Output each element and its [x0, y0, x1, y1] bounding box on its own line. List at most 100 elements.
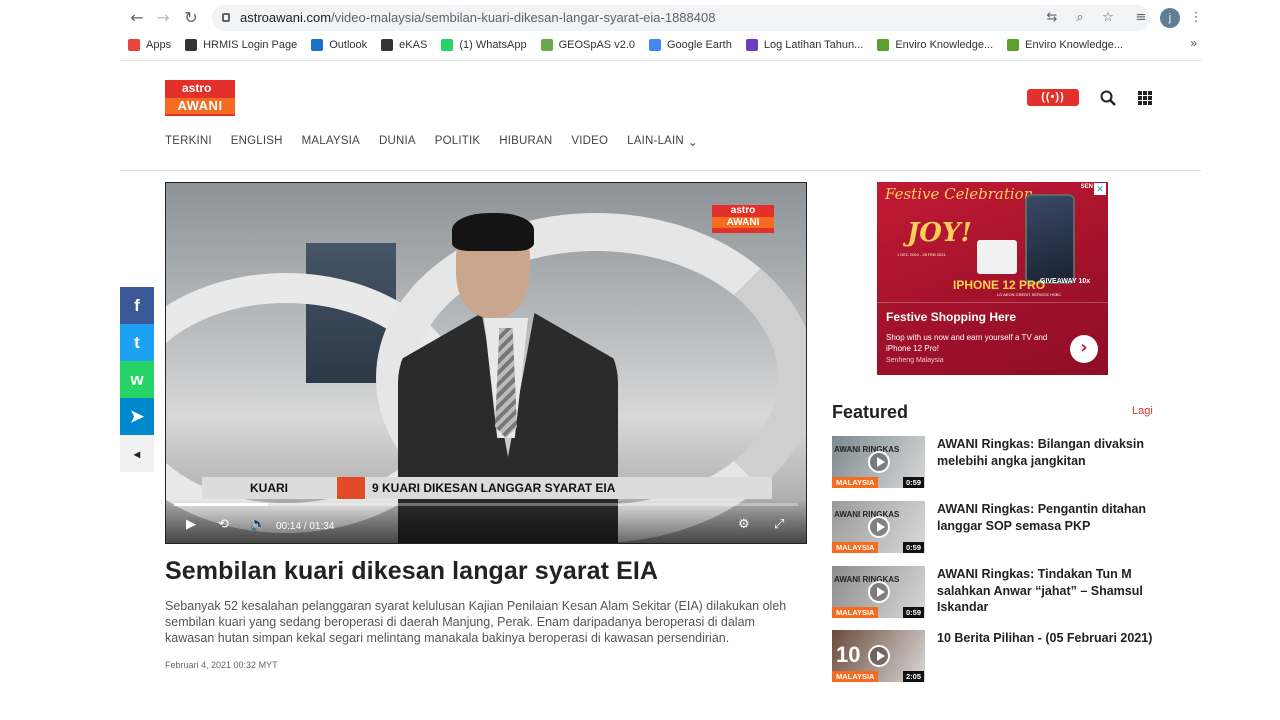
bookmark-item[interactable]: HRMIS Login Page [185, 36, 297, 54]
nav-item-politik[interactable]: POLITIK [435, 135, 481, 149]
astro-awani-logo[interactable]: astro AWANI [165, 80, 235, 116]
featured-more-link[interactable]: Lagi [1132, 405, 1153, 417]
bookmark-favicon-icon [540, 39, 553, 51]
video-player[interactable]: astro AWANI KUARI 9 KUARI DIKESAN LANGGA… [165, 182, 807, 544]
advertisement-banner[interactable]: Festive Celebration JOY! 1 DEC 2020 - 28… [877, 182, 1108, 375]
nav-item-video[interactable]: VIDEO [571, 135, 608, 149]
bookmark-item[interactable]: Outlook [311, 36, 367, 54]
featured-item[interactable]: AWANI RINGKAS MALAYSIA 0:59 AWANI Ringkas: … [832, 566, 1162, 621]
nav-item-malaysia[interactable]: MALAYSIA [302, 135, 360, 149]
bookmark-label: Outlook [329, 39, 368, 51]
featured-title[interactable]: AWANI Ringkas: Pengantin ditahan langgar… [937, 501, 1162, 534]
url-text[interactable]: astroawani.com/video-malaysia/sembilan-k… [240, 10, 715, 25]
ad-joy-text: JOY! [907, 218, 972, 248]
url-path: /video-malaysia/sembilan-kuari-dikesan-l… [331, 10, 716, 25]
play-icon[interactable] [868, 451, 890, 473]
bookmark-item[interactable]: Apps [128, 36, 171, 54]
chevron-down-icon[interactable]: ⌄ [688, 135, 698, 149]
bookmark-label: Google Earth [667, 39, 732, 51]
presenter-hair [452, 213, 534, 251]
reload-icon[interactable]: ↻ [182, 9, 200, 27]
bookmark-item[interactable]: (1) WhatsApp [441, 36, 527, 54]
twitter-icon[interactable]: t [120, 324, 154, 361]
play-icon[interactable] [868, 581, 890, 603]
nav-item-lain-lain[interactable]: LAIN-LAIN [627, 135, 684, 149]
profile-avatar[interactable]: j [1160, 8, 1180, 28]
live-button[interactable]: ((•)) LIVE [1027, 89, 1079, 120]
featured-thumbnail[interactable]: AWANI RINGKAS MALAYSIA 0:59 [832, 566, 925, 618]
ad-divider [877, 302, 1108, 303]
volume-icon[interactable]: 🔈 [250, 517, 266, 532]
video-controls: ▶ ⟲ 🔈 00:14 / 01:34 ⚙ ⤢ [166, 499, 806, 543]
bookmarks-bar: Apps HRMIS Login Page Outlook eKAS (1) Whats… [128, 36, 1188, 54]
thumbnail-text: AWANI RINGKAS [834, 575, 900, 584]
logo-bottom-text: AWANI [165, 98, 235, 114]
duration-badge: 0:59 [902, 542, 924, 553]
forward-icon[interactable]: → [154, 9, 172, 27]
bookmark-item[interactable]: Enviro Knowledge... [877, 36, 993, 54]
zoom-icon[interactable]: ⌕ [1072, 10, 1088, 26]
bookmark-item[interactable]: Google Earth [649, 36, 732, 54]
nav-item-english[interactable]: ENGLISH [231, 135, 283, 149]
play-icon[interactable] [868, 516, 890, 538]
bookmark-label: Log Latihan Tahun... [763, 39, 864, 51]
ad-close-icon[interactable]: ✕ [1094, 183, 1106, 195]
featured-title[interactable]: AWANI Ringkas: Tindakan Tun M salahkan A… [937, 566, 1162, 616]
logo-top-text: astro [182, 81, 212, 95]
featured-thumbnail[interactable]: 10 MALAYSIA 2:05 [832, 630, 925, 682]
nav-item-hiburan[interactable]: HIBURAN [499, 135, 552, 149]
featured-item[interactable]: 10 MALAYSIA 2:05 10 Berita Pilihan - (05 Fe… [832, 630, 1162, 685]
thumbnail-text: AWANI RINGKAS [834, 510, 900, 519]
reading-list-icon[interactable]: ≡ [1133, 10, 1149, 26]
bookmark-item[interactable]: GEOSpAS v2.0 [540, 36, 635, 54]
featured-title[interactable]: 10 Berita Pilihan - (05 Februari 2021) [937, 630, 1162, 647]
collapse-icon[interactable]: ◂ [120, 435, 154, 472]
browser-chrome: ← → ↻ astroawani.com/video-malaysia/semb… [120, 0, 1204, 61]
video-logo-bottom: AWANI [712, 217, 774, 228]
bookmark-item[interactable]: eKAS [381, 36, 427, 54]
address-bar[interactable]: astroawani.com/video-malaysia/sembilan-k… [212, 5, 1150, 31]
fullscreen-icon[interactable]: ⤢ [774, 517, 784, 532]
bookmark-item[interactable]: Enviro Knowledge... [1007, 36, 1123, 54]
ad-partners: LG AEON CREDIT SERVICE HSBC [997, 292, 1062, 297]
play-icon[interactable] [868, 645, 890, 667]
bookmark-label: GEOSpAS v2.0 [558, 39, 635, 51]
featured-heading: Featured [832, 402, 909, 422]
ad-body: Shop with us now and earn yourself a TV … [886, 333, 1048, 353]
video-duration: 01:34 [309, 521, 335, 532]
social-share-bar: f t w ➤ ◂ [120, 287, 154, 472]
search-icon[interactable] [1099, 89, 1117, 107]
phone-image [1025, 194, 1075, 284]
featured-item[interactable]: AWANI RINGKAS MALAYSIA 0:59 AWANI Ringkas: … [832, 436, 1162, 491]
featured-thumbnail[interactable]: AWANI RINGKAS MALAYSIA 0:59 [832, 436, 925, 488]
duration-badge: 0:59 [902, 607, 924, 618]
ad-arrow-icon[interactable]: › [1070, 335, 1098, 363]
bookmark-label: Enviro Knowledge... [895, 39, 994, 51]
bookmark-item[interactable]: Log Latihan Tahun... [745, 36, 864, 54]
bookmark-favicon-icon [649, 39, 661, 51]
menu-kebab-icon[interactable]: ⋮ [1188, 10, 1204, 26]
play-icon[interactable]: ▶ [186, 517, 196, 532]
video-progress-bar[interactable] [174, 503, 798, 506]
facebook-icon[interactable]: f [120, 287, 154, 324]
bookmark-label: Enviro Knowledge... [1025, 39, 1124, 51]
bookmarks-overflow-icon[interactable]: » [1190, 36, 1197, 50]
telegram-icon[interactable]: ➤ [120, 398, 154, 435]
article-title: Sembilan kuari dikesan langar syarat EIA [165, 557, 659, 585]
translate-icon[interactable]: ⇆ [1044, 10, 1060, 26]
bookmark-favicon-icon [1007, 39, 1020, 51]
settings-gear-icon[interactable]: ⚙ [738, 517, 750, 532]
featured-thumbnail[interactable]: AWANI RINGKAS MALAYSIA 0:59 [832, 501, 925, 553]
back-icon[interactable]: ← [128, 9, 146, 27]
replay-10-icon[interactable]: ⟲ [218, 517, 229, 532]
bookmark-star-icon[interactable]: ☆ [1100, 10, 1116, 26]
bookmark-favicon-icon [745, 39, 758, 51]
apps-grid-icon[interactable] [1138, 91, 1152, 105]
ad-dates: 1 DEC 2020 - 28 FEB 2021 [897, 252, 946, 257]
featured-title[interactable]: AWANI Ringkas: Bilangan divaksin melebih… [937, 436, 1162, 469]
nav-item-terkini[interactable]: TERKINI [165, 135, 212, 149]
nav-item-dunia[interactable]: DUNIA [379, 135, 416, 149]
whatsapp-icon[interactable]: w [120, 361, 154, 398]
featured-item[interactable]: AWANI RINGKAS MALAYSIA 0:59 AWANI Ringkas: … [832, 501, 1162, 556]
bookmark-label: eKAS [399, 39, 428, 51]
